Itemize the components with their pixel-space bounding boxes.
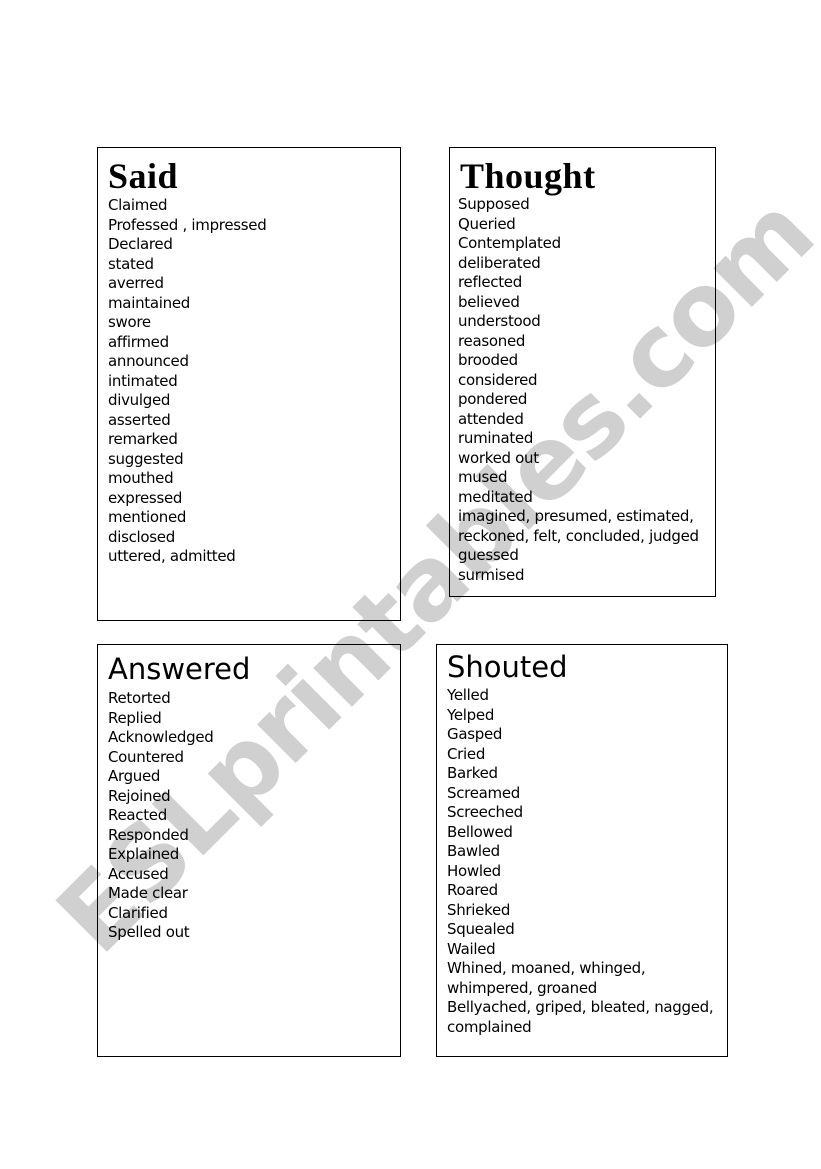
word-item: disclosed: [108, 527, 175, 546]
word-item: deliberated: [458, 253, 541, 272]
word-item: understood: [458, 312, 541, 330]
word-item: Screeched: [447, 803, 523, 821]
word-item: Countered: [108, 747, 184, 766]
word-item: complained: [447, 1017, 532, 1036]
word-item: Replied: [108, 708, 162, 727]
word-item: Rejoined: [108, 786, 171, 805]
word-item: Bawled: [447, 842, 500, 860]
word-item: uttered, admitted: [108, 547, 236, 565]
word-item: Retorted: [108, 689, 171, 707]
word-list-answered: Retorted Replied Acknowledged Countered Argu…: [98, 689, 400, 943]
word-item: Yelped: [447, 705, 495, 724]
word-item: meditated: [458, 487, 533, 506]
word-item: brooded: [458, 351, 518, 369]
word-list-said: Claimed Professed , impressed Declared stat…: [98, 196, 400, 567]
word-item: asserted: [108, 410, 171, 429]
word-item: divulged: [108, 391, 171, 409]
word-item: Acknowledged: [108, 728, 214, 746]
card-answered: Answered Retorted Replied Acknowledged Coun…: [97, 644, 401, 1057]
word-item: Spelled out: [108, 923, 190, 941]
word-item: Explained: [108, 845, 179, 863]
word-item: reckoned, felt, concluded, judged: [458, 526, 699, 545]
word-item: Queried: [458, 214, 516, 233]
word-item: pondered: [458, 390, 528, 408]
word-item: suggested: [108, 449, 184, 468]
word-item: mused: [458, 468, 508, 486]
card-shouted: Shouted Yelled Yelped Gasped Cried Barked Scr…: [436, 644, 728, 1057]
word-item: whimpered, groaned: [447, 978, 598, 997]
card-title-answered: Answered: [108, 652, 251, 686]
card-said: Said Claimed Professed , impressed Declare…: [97, 147, 401, 621]
word-item: announced: [108, 352, 189, 370]
word-item: swore: [108, 313, 151, 331]
word-item: Supposed: [458, 195, 530, 213]
word-item: believed: [458, 292, 520, 311]
word-item: Made clear: [108, 884, 188, 902]
word-item: expressed: [108, 488, 183, 507]
card-title-said: Said: [108, 156, 179, 196]
word-item: Professed , impressed: [108, 215, 267, 234]
word-item: Clarified: [108, 903, 168, 922]
word-item: reflected: [458, 273, 522, 291]
card-title-shouted: Shouted: [447, 650, 568, 684]
word-item: affirmed: [108, 332, 169, 351]
word-list-shouted: Yelled Yelped Gasped Cried Barked Screamed Scr…: [437, 686, 727, 1037]
word-list-thought: Supposed Queried Contemplated deliberated re…: [450, 195, 715, 585]
word-item: guessed: [458, 546, 519, 564]
word-item: ruminated: [458, 429, 534, 447]
word-item: mentioned: [108, 508, 187, 526]
word-item: Claimed: [108, 196, 168, 214]
word-item: Howled: [447, 861, 501, 880]
word-item: Wailed: [447, 939, 496, 958]
word-item: Shrieked: [447, 900, 511, 919]
word-item: Roared: [447, 881, 498, 899]
word-item: Reacted: [108, 806, 167, 824]
word-item: Argued: [108, 767, 161, 785]
word-item: stated: [108, 254, 154, 273]
word-item: intimated: [108, 371, 178, 390]
word-item: Screamed: [447, 783, 520, 802]
word-item: Squealed: [447, 920, 515, 938]
word-item: worked out: [458, 448, 539, 467]
word-item: Contemplated: [458, 234, 561, 252]
word-item: Accused: [108, 864, 169, 883]
word-item: maintained: [108, 293, 190, 312]
word-item: Bellyached, griped, bleated, nagged,: [447, 998, 714, 1016]
word-item: Yelled: [447, 686, 489, 704]
word-item: reasoned: [458, 331, 526, 350]
card-title-thought: Thought: [460, 156, 596, 196]
card-thought: Thought Supposed Queried Contemplated delib…: [449, 147, 716, 597]
word-item: Bellowed: [447, 822, 513, 841]
word-item: imagined, presumed, estimated,: [458, 507, 694, 525]
word-item: surmised: [458, 565, 525, 584]
word-item: considered: [458, 370, 538, 389]
word-item: mouthed: [108, 469, 174, 487]
word-item: Declared: [108, 235, 173, 253]
word-item: remarked: [108, 430, 178, 448]
word-item: averred: [108, 274, 164, 292]
word-item: Responded: [108, 825, 189, 844]
word-item: Barked: [447, 764, 498, 782]
word-item: Cried: [447, 744, 486, 763]
word-item: Gasped: [447, 725, 503, 743]
word-item: attended: [458, 409, 524, 428]
word-item: Whined, moaned, whinged,: [447, 959, 646, 977]
